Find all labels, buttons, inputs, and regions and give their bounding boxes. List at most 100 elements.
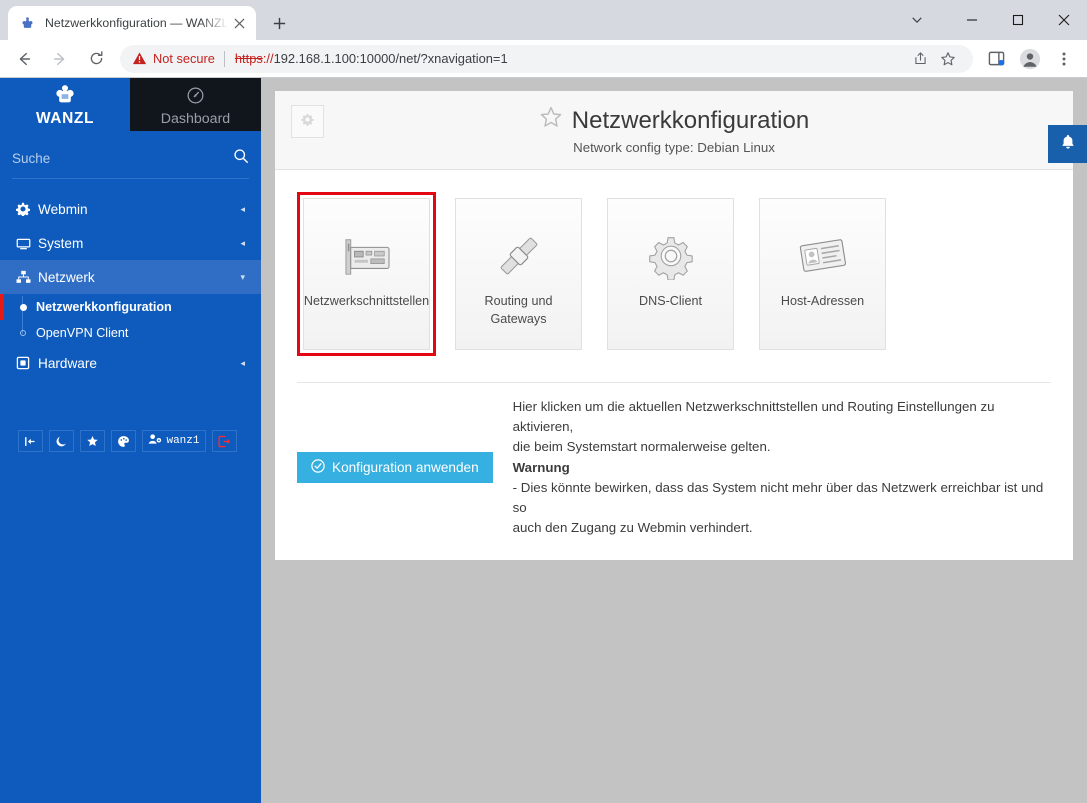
omnibox-actions bbox=[905, 46, 961, 72]
user-button[interactable]: wanz1 bbox=[142, 430, 206, 452]
side-panel-icon[interactable] bbox=[981, 44, 1011, 74]
back-arrow-icon[interactable] bbox=[9, 44, 39, 74]
sidebar-item-netzwerkkonfiguration[interactable]: Netzwerkkonfiguration bbox=[0, 294, 261, 320]
chevron-left-icon: ◂ bbox=[240, 237, 245, 248]
url-scheme: https bbox=[234, 51, 263, 66]
wanzl-logo-icon bbox=[19, 15, 36, 32]
network-card-icon bbox=[342, 229, 392, 283]
browser-toolbar: Not secure https://192.168.1.100:10000/n… bbox=[0, 40, 1087, 78]
url-separator: :// bbox=[262, 51, 274, 66]
sidebar-item-label: System bbox=[38, 235, 84, 251]
page-viewport: WANZL Dashboard Suche Webmin ◂ System ◂ … bbox=[0, 78, 1087, 803]
monitor-icon bbox=[16, 236, 38, 251]
sidebar-item-openvpn-client[interactable]: OpenVPN Client bbox=[0, 320, 261, 346]
brand-name: WANZL bbox=[35, 110, 95, 127]
sidebar-item-label: Netzwerk bbox=[38, 269, 95, 285]
browser-tab[interactable]: Netzwerkkonfiguration — WANZL bbox=[8, 6, 256, 40]
sidebar-item-label: Webmin bbox=[38, 201, 88, 217]
network-icon bbox=[16, 270, 38, 284]
module-cards: Netzwerkschnittstellen Routing und Gatew… bbox=[275, 170, 1073, 356]
warning-line-1: - Dies könnte bewirken, dass das System … bbox=[512, 479, 1044, 516]
browser-title-bar: Netzwerkkonfiguration — WANZL bbox=[0, 0, 1087, 40]
close-window-icon[interactable] bbox=[1041, 4, 1087, 36]
window-controls bbox=[897, 0, 1087, 40]
user-name-label: wanz1 bbox=[166, 435, 200, 447]
dashboard-label: Dashboard bbox=[160, 110, 231, 127]
chevron-left-icon: ◂ bbox=[240, 357, 245, 368]
sidebar-item-hardware[interactable]: Hardware ◂ bbox=[0, 346, 261, 380]
page-title-row: Netzwerkkonfiguration bbox=[291, 103, 1057, 136]
tab-strip: Netzwerkkonfiguration — WANZL bbox=[0, 0, 294, 40]
sidebar-item-webmin[interactable]: Webmin ◂ bbox=[0, 192, 261, 226]
address-bar[interactable]: Not secure https://192.168.1.100:10000/n… bbox=[120, 44, 973, 73]
url-text: https://192.168.1.100:10000/net/?xnaviga… bbox=[235, 51, 508, 66]
hardware-chip-icon bbox=[16, 356, 38, 370]
share-icon[interactable] bbox=[907, 46, 933, 72]
card-label: Host-Adressen bbox=[780, 294, 865, 308]
favorites-button[interactable] bbox=[80, 430, 106, 452]
notifications-button[interactable] bbox=[1048, 125, 1087, 163]
gear-cog-icon bbox=[647, 229, 695, 283]
card-wrapper-host-adressen: Host-Adressen bbox=[753, 192, 892, 356]
address-card-icon bbox=[798, 229, 848, 283]
logout-button[interactable] bbox=[211, 430, 237, 452]
tab-title: Netzwerkkonfiguration — WANZL bbox=[45, 16, 229, 30]
theme-button[interactable] bbox=[111, 430, 137, 452]
toolbar-right-actions bbox=[979, 44, 1081, 74]
new-tab-button[interactable] bbox=[264, 8, 294, 38]
wanzl-trolley-logo-icon bbox=[53, 84, 77, 109]
dark-mode-button[interactable] bbox=[49, 430, 75, 452]
profile-avatar-icon[interactable] bbox=[1015, 44, 1045, 74]
url-rest: 192.168.1.100:10000/net/?xnavigation=1 bbox=[273, 51, 508, 66]
module-settings-button[interactable] bbox=[291, 105, 324, 138]
forward-arrow-icon[interactable] bbox=[45, 44, 75, 74]
chevron-left-icon: ◂ bbox=[240, 203, 245, 214]
apply-config-description: Hier klicken um die aktuellen Netzwerksc… bbox=[513, 397, 1051, 538]
close-tab-icon[interactable] bbox=[230, 14, 248, 32]
bullet-hollow-icon bbox=[16, 330, 30, 336]
card-label: DNS-Client bbox=[639, 294, 702, 308]
search-input[interactable] bbox=[12, 151, 233, 166]
security-status-label: Not secure bbox=[153, 51, 215, 66]
star-outline-icon[interactable] bbox=[539, 105, 563, 136]
sidebar-nav: Webmin ◂ System ◂ Netzwerk ▾ Netzwerkkon… bbox=[0, 192, 261, 380]
sidebar-footer-toolbar: wanz1 bbox=[0, 430, 261, 452]
collapse-sidebar-button[interactable] bbox=[18, 430, 44, 452]
star-outline-icon[interactable] bbox=[935, 46, 961, 72]
panel-header: Netzwerkkonfiguration Network config typ… bbox=[275, 91, 1073, 170]
apply-config-label: Konfiguration anwenden bbox=[332, 460, 479, 476]
card-label: Netzwerkschnittstellen bbox=[303, 294, 430, 308]
apply-config-button[interactable]: Konfiguration anwenden bbox=[297, 452, 493, 484]
sidebar-item-system[interactable]: System ◂ bbox=[0, 226, 261, 260]
bullet-filled-icon bbox=[16, 303, 30, 311]
check-circle-icon bbox=[311, 459, 325, 476]
brand-logo-block[interactable]: WANZL bbox=[0, 78, 130, 131]
three-dot-menu-icon[interactable] bbox=[1049, 44, 1079, 74]
routing-pipe-icon bbox=[494, 229, 544, 283]
user-gear-icon bbox=[148, 433, 162, 449]
sidebar-subnav-netzwerk: Netzwerkkonfiguration OpenVPN Client bbox=[0, 294, 261, 346]
minimize-icon[interactable] bbox=[949, 4, 995, 36]
search-box[interactable] bbox=[12, 139, 249, 179]
search-icon[interactable] bbox=[233, 148, 249, 169]
card-routing-und-gateways[interactable]: Routing und Gateways bbox=[455, 198, 582, 350]
sidebar-item-dashboard[interactable]: Dashboard bbox=[130, 78, 261, 131]
page-title: Netzwerkkonfiguration bbox=[571, 106, 810, 134]
page-subtitle: Network config type: Debian Linux bbox=[573, 140, 775, 155]
omnibox-divider bbox=[223, 50, 225, 67]
maximize-icon[interactable] bbox=[995, 4, 1041, 36]
description-line-1: Hier klicken um die aktuellen Netzwerksc… bbox=[512, 399, 995, 435]
sidebar-item-netzwerk[interactable]: Netzwerk ▾ bbox=[0, 260, 261, 294]
sidebar: WANZL Dashboard Suche Webmin ◂ System ◂ … bbox=[0, 78, 261, 803]
warning-heading: Warnung bbox=[512, 459, 570, 475]
sidebar-item-label: Hardware bbox=[38, 355, 97, 371]
browser-window: Netzwerkkonfiguration — WANZL Not secure… bbox=[0, 0, 1087, 803]
card-wrapper-routing: Routing und Gateways bbox=[449, 192, 588, 356]
sidebar-brand-row: WANZL Dashboard bbox=[0, 78, 261, 131]
reload-icon[interactable] bbox=[81, 44, 111, 74]
bell-icon bbox=[1059, 133, 1077, 156]
chevron-down-icon[interactable] bbox=[897, 0, 937, 40]
card-dns-client[interactable]: DNS-Client bbox=[607, 198, 734, 350]
card-netzwerkschnittstellen[interactable]: Netzwerkschnittstellen bbox=[303, 198, 430, 350]
card-host-adressen[interactable]: Host-Adressen bbox=[759, 198, 886, 350]
